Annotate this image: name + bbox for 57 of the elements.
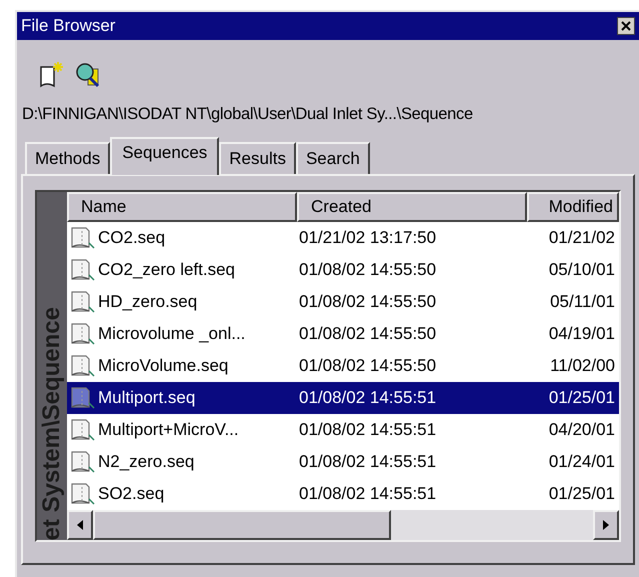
file-name: CO2_zero left.seq [98,259,236,282]
modified-date: 04/19/01 [548,323,616,346]
left-arrow-icon [77,520,83,530]
created-date: 01/08/02 14:55:51 [298,483,438,506]
modified-date: 11/02/00 [549,355,616,378]
document-icon [69,289,95,315]
horizontal-scrollbar[interactable] [67,510,619,540]
document-icon [69,321,95,347]
modified-date: 01/21/02 [548,227,616,250]
column-header[interactable]: Modified [527,192,619,222]
modified-date: 05/11/01 [549,291,616,314]
path-text: D:\FINNIGAN\ISODAT NT\global\User\Dual Inlet Sy...\Sequence [22,104,473,125]
scroll-left-button[interactable] [67,510,93,540]
close-icon [621,21,631,31]
right-arrow-icon [603,520,609,530]
modified-date: 01/25/01 [548,387,616,410]
document-icon [69,449,95,475]
column-header[interactable]: Created [297,192,527,222]
document-icon [69,353,95,379]
file-name: Microvolume _onl... [98,323,246,346]
close-button[interactable] [617,17,635,35]
modified-date: 01/24/01 [548,451,616,474]
file-name: SO2.seq [98,483,164,506]
modified-date: 01/25/01 [548,483,616,506]
file-name: CO2.seq [98,227,166,250]
created-date: 01/21/02 13:17:50 [298,227,438,250]
tab[interactable]: Sequences [110,137,220,175]
scroll-right-button[interactable] [593,510,619,540]
document-icon [69,385,95,411]
created-date: 01/08/02 14:55:50 [298,323,438,346]
tab[interactable]: Methods [25,142,110,174]
folder-path-label: et System\Sequence [40,306,64,540]
column-header[interactable]: Name [67,192,297,222]
document-icon [69,417,95,443]
file-row[interactable]: Multiport.seq 01/08/02 14:55:51 01/25/01 [67,382,619,414]
tab[interactable]: Search [296,142,370,174]
created-date: 01/08/02 14:55:50 [298,259,438,282]
document-icon [69,481,95,507]
file-name: N2_zero.seq [98,451,194,474]
created-date: 01/08/02 14:55:51 [298,387,438,410]
scrollbar-thumb[interactable] [93,510,391,540]
file-name: Multiport+MicroV... [98,419,239,442]
file-name: HD_zero.seq [98,291,198,314]
created-date: 01/08/02 14:55:51 [298,451,438,474]
document-icon [69,257,95,283]
tab[interactable]: Results [219,142,296,174]
new-document-icon [38,61,64,89]
created-date: 01/08/02 14:55:51 [298,419,438,442]
modified-date: 04/20/01 [548,419,616,442]
created-date: 01/08/02 14:55:50 [298,291,438,314]
window-title: File Browser [21,15,116,38]
document-icon [69,225,95,251]
modified-date: 05/10/01 [548,259,616,282]
file-name: MicroVolume.seq [98,355,228,378]
search-icon [74,61,102,89]
file-name: Multiport.seq [98,387,196,410]
created-date: 01/08/02 14:55:50 [298,355,438,378]
